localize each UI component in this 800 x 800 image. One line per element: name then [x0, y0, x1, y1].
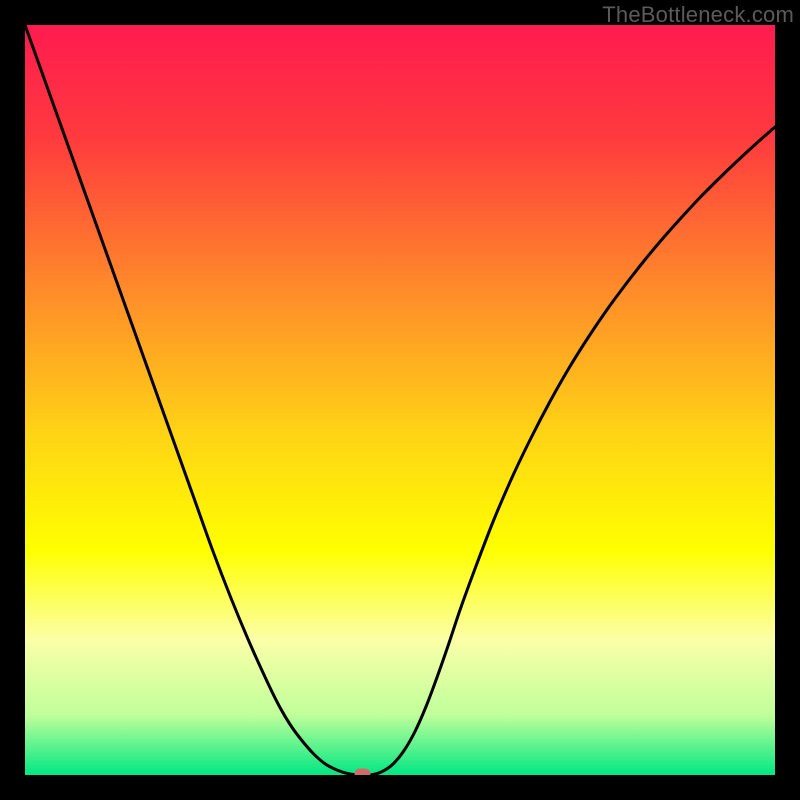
- chart-frame: TheBottleneck.com: [0, 0, 800, 800]
- gradient-background: [25, 25, 775, 775]
- watermark-text: TheBottleneck.com: [602, 2, 794, 28]
- minimum-marker: [355, 769, 371, 776]
- marker-group: [355, 769, 371, 776]
- plot-area: [25, 25, 775, 775]
- chart-svg: [25, 25, 775, 775]
